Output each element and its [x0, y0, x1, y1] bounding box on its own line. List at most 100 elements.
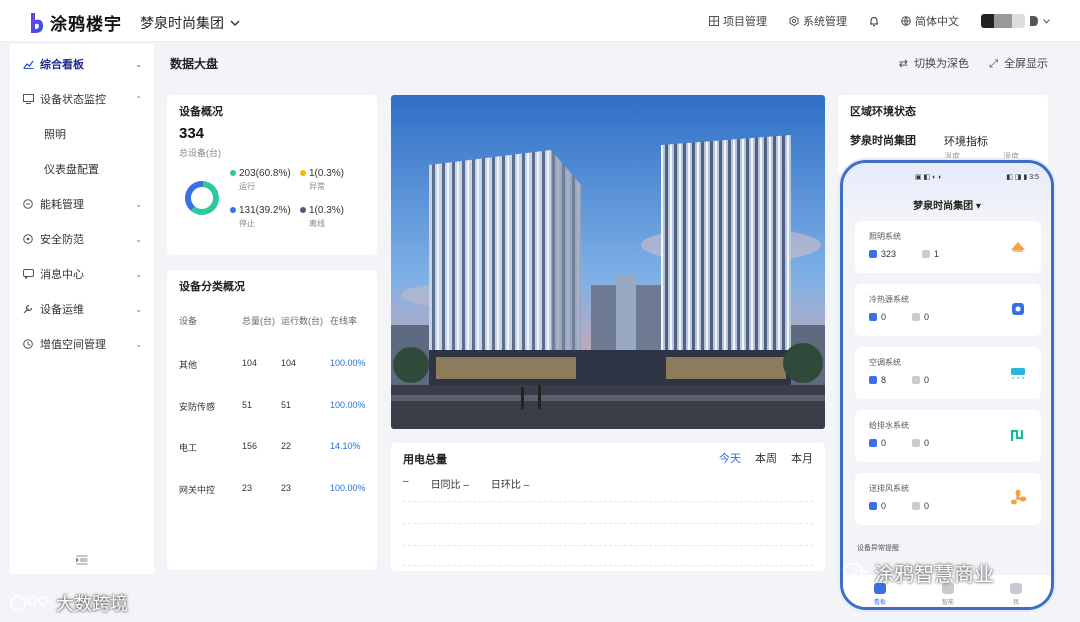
tab-month[interactable]: 本月 [791, 450, 813, 466]
sidebar-item-label: 增值空间管理 [40, 339, 106, 351]
stat-value: 1(0.3%) [309, 168, 345, 179]
sidebar-item-space[interactable]: 增值空间管理 ⌄ [10, 331, 154, 357]
system-card-heat-source[interactable]: 冷热源系统 0 0 [855, 284, 1041, 336]
region-group-tab[interactable]: 梦泉时尚集团 [850, 132, 916, 148]
chart-icon [22, 58, 34, 70]
month-over-month: 日环比 – [490, 480, 530, 491]
card-title: 区域环境状态 [850, 106, 916, 118]
language-selector[interactable]: 简体中文 [901, 13, 959, 29]
fullscreen-button[interactable]: ⤢ 全屏显示 [989, 55, 1048, 71]
chevron-down-icon: ⌄ [135, 234, 142, 244]
watermark-text: 涂鸦智慧商业 [874, 564, 994, 586]
stat-value: 131(39.2%) [239, 205, 291, 216]
fullscreen-label: 全屏显示 [1004, 58, 1048, 70]
offline-count: 0 [912, 312, 929, 322]
project-management-link[interactable]: 项目管理 [709, 13, 767, 29]
card-title: 设备分类概况 [179, 281, 245, 293]
online-count: 0 [869, 438, 886, 448]
sidebar-item-label: 设备运维 [40, 304, 84, 316]
system-card-ventilation[interactable]: 送排风系统 0 0 [855, 473, 1041, 525]
power-usage-card: 用电总量 今天 本周 本月 – 日同比 – 日环比 – [391, 443, 825, 571]
device-overview-card: 设备概况 334 总设备(台) 203(60.8%) 运行 1(0.3%) 异常… [167, 95, 377, 255]
offline-chip-icon [912, 313, 921, 321]
system-card-water[interactable]: 给排水系统 0 0 [855, 410, 1041, 462]
sidebar-item-messages[interactable]: 消息中心 ⌄ [10, 261, 154, 287]
brand-logo[interactable]: 涂鸦楼宇 [28, 10, 122, 35]
system-values: 8 0 [869, 375, 929, 385]
table-cell: 104 [242, 358, 258, 368]
system-management-link[interactable]: 系统管理 [789, 13, 847, 29]
column-header: 设备 [179, 316, 198, 326]
avatar [981, 14, 1025, 28]
energy-icon [22, 198, 34, 210]
online-chip-icon [869, 313, 877, 321]
table-cell: 23 [242, 483, 253, 493]
system-card-lighting[interactable]: 照明系统 323 1 [855, 221, 1041, 273]
chevron-down-icon: ⌄ [135, 339, 142, 349]
card-title: 设备概况 [179, 106, 223, 118]
stat-offline: 1(0.3%) 离线 [300, 205, 344, 229]
chevron-down-icon [230, 20, 240, 26]
table-cell: 23 [281, 483, 292, 493]
nav-label: 看板 [873, 600, 886, 606]
stat-value: 1(0.3%) [309, 205, 345, 216]
grid-line [403, 523, 813, 524]
online-count: 323 [869, 249, 896, 259]
system-name: 照明系统 [869, 232, 901, 241]
sidebar-item-label: 设备状态监控 [40, 94, 106, 106]
toggle-dark-button[interactable]: ⇄ 切换为深色 [899, 55, 969, 71]
notification-button[interactable] [869, 16, 879, 27]
sidebar-item-label: 消息中心 [40, 269, 84, 281]
status-dot [300, 170, 306, 177]
system-values: 0 0 [869, 312, 929, 322]
online-chip-icon [869, 502, 877, 510]
table-cell: 100.00% [330, 483, 366, 493]
system-card-air-conditioning[interactable]: 空调系统 8 0 [855, 347, 1041, 399]
nav-me[interactable]: 我 [1001, 583, 1031, 606]
sidebar: 综合看板 ⌄ 设备状态监控 ⌃ 照明 仪表盘配置 能耗管理 ⌄ 安全防范 ⌄ 消… [10, 44, 154, 574]
table-cell: 100.00% [330, 400, 366, 410]
tab-week[interactable]: 本周 [755, 450, 777, 466]
offline-count: 1 [922, 249, 939, 259]
bell-icon [870, 16, 878, 26]
system-values: 323 1 [869, 249, 939, 259]
sidebar-item-dashboard[interactable]: 综合看板 ⌄ [10, 51, 154, 77]
page-title: 数据大盘 [170, 57, 219, 71]
system-management-label: 系统管理 [803, 16, 847, 28]
group-selector[interactable]: 梦泉时尚集团 [140, 13, 240, 33]
sidebar-item-security[interactable]: 安全防范 ⌄ [10, 226, 154, 252]
table-cell: 安防传感 [179, 402, 216, 412]
system-values: 0 0 [869, 501, 929, 511]
card-title: 用电总量 [403, 454, 447, 466]
device-category-card: 设备分类概况 设备 总量(台) 运行数(台) 在线率 其他 104 104 10… [167, 270, 377, 570]
watermark-source: 大数跨境 [10, 590, 128, 616]
grid-line [403, 501, 813, 502]
status-dot [230, 207, 236, 214]
sidebar-item-lighting[interactable]: 照明 [10, 121, 154, 147]
phone-group-selector[interactable]: 梦泉时尚集团 ▾ [843, 197, 1051, 212]
year-over-year: 日同比 – [430, 480, 469, 491]
online-chip-icon [869, 439, 877, 447]
offline-count: 0 [912, 375, 929, 385]
user-menu[interactable] [981, 14, 1050, 28]
system-name: 给排水系统 [869, 421, 909, 430]
environment-tab[interactable]: 环境指标 [944, 133, 988, 149]
table-cell: 51 [242, 400, 253, 410]
collapse-menu-icon[interactable] [76, 554, 88, 568]
system-values: 0 0 [869, 438, 929, 448]
project-management-label: 项目管理 [723, 16, 767, 28]
sidebar-item-device-monitor[interactable]: 设备状态监控 ⌃ [10, 86, 154, 112]
fan-icon [1011, 489, 1027, 505]
chevron-down-icon [1043, 18, 1050, 24]
offline-count: 0 [912, 501, 929, 511]
sidebar-item-dashboard-config[interactable]: 仪表盘配置 [10, 156, 154, 182]
online-count: 0 [869, 501, 886, 511]
online-count: 0 [869, 312, 886, 322]
monitor-icon [22, 93, 34, 105]
stat-label: 停止 [239, 219, 255, 228]
stat-label: 离线 [309, 219, 325, 228]
sidebar-item-energy[interactable]: 能耗管理 ⌄ [10, 191, 154, 217]
online-chip-icon [869, 376, 877, 384]
tab-today[interactable]: 今天 [719, 450, 741, 466]
sidebar-item-maintenance[interactable]: 设备运维 ⌄ [10, 296, 154, 322]
